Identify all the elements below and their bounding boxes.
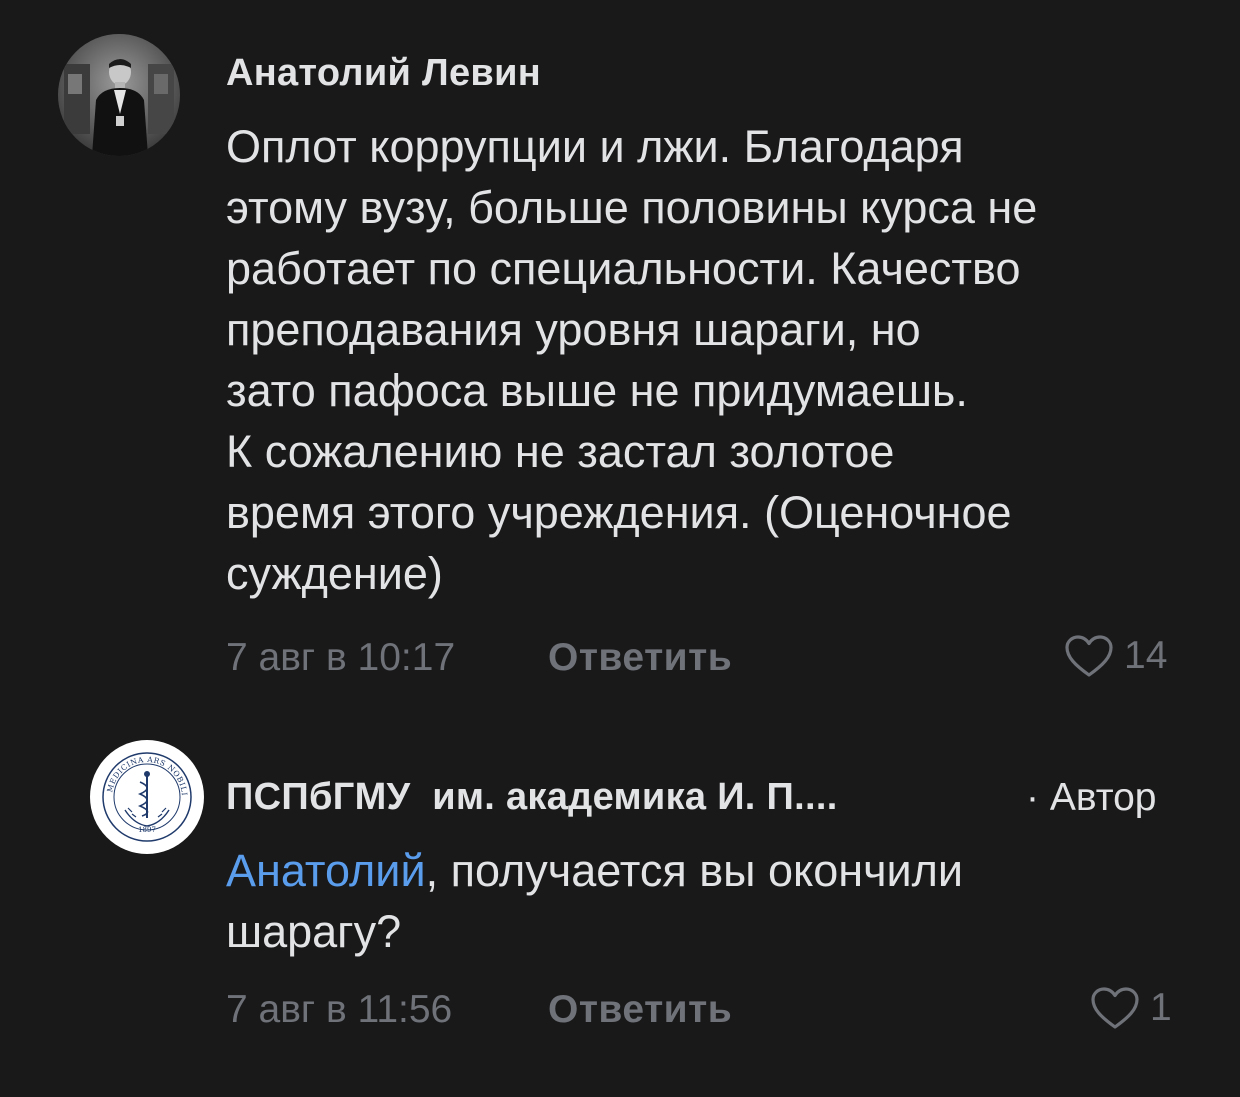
comment-text: Оплот коррупции и лжи. Благодаря этому в…: [226, 121, 1038, 599]
like-button[interactable]: 1: [1090, 986, 1172, 1030]
university-seal-icon: MEDICINA ARS NOBILISSIMA 1897: [90, 740, 192, 842]
comment-author[interactable]: Анатолий Левин: [226, 52, 541, 95]
heart-icon: [1091, 987, 1139, 1029]
author-badge: · Автор: [1026, 776, 1157, 819]
comment-text: Анатолий, получается вы окончили шарагу?: [226, 840, 1206, 962]
comment-author[interactable]: ПСПбГМУ им. академика И. П....: [226, 776, 838, 819]
reply-button[interactable]: Ответить: [548, 636, 732, 680]
heart-icon: [1065, 635, 1113, 677]
reply-button[interactable]: Ответить: [548, 988, 732, 1032]
mention-link[interactable]: Анатолий: [226, 845, 426, 896]
like-button[interactable]: 14: [1064, 634, 1167, 678]
user-photo-icon: [58, 34, 180, 156]
like-count: 1: [1150, 986, 1172, 1029]
avatar[interactable]: [58, 34, 180, 156]
comment-timestamp: 7 авг в 11:56: [226, 988, 453, 1031]
avatar[interactable]: MEDICINA ARS NOBILISSIMA 1897: [90, 740, 204, 854]
seal-year: 1897: [138, 826, 156, 834]
comment-timestamp: 7 авг в 10:17: [226, 636, 456, 679]
like-count: 14: [1124, 634, 1168, 677]
